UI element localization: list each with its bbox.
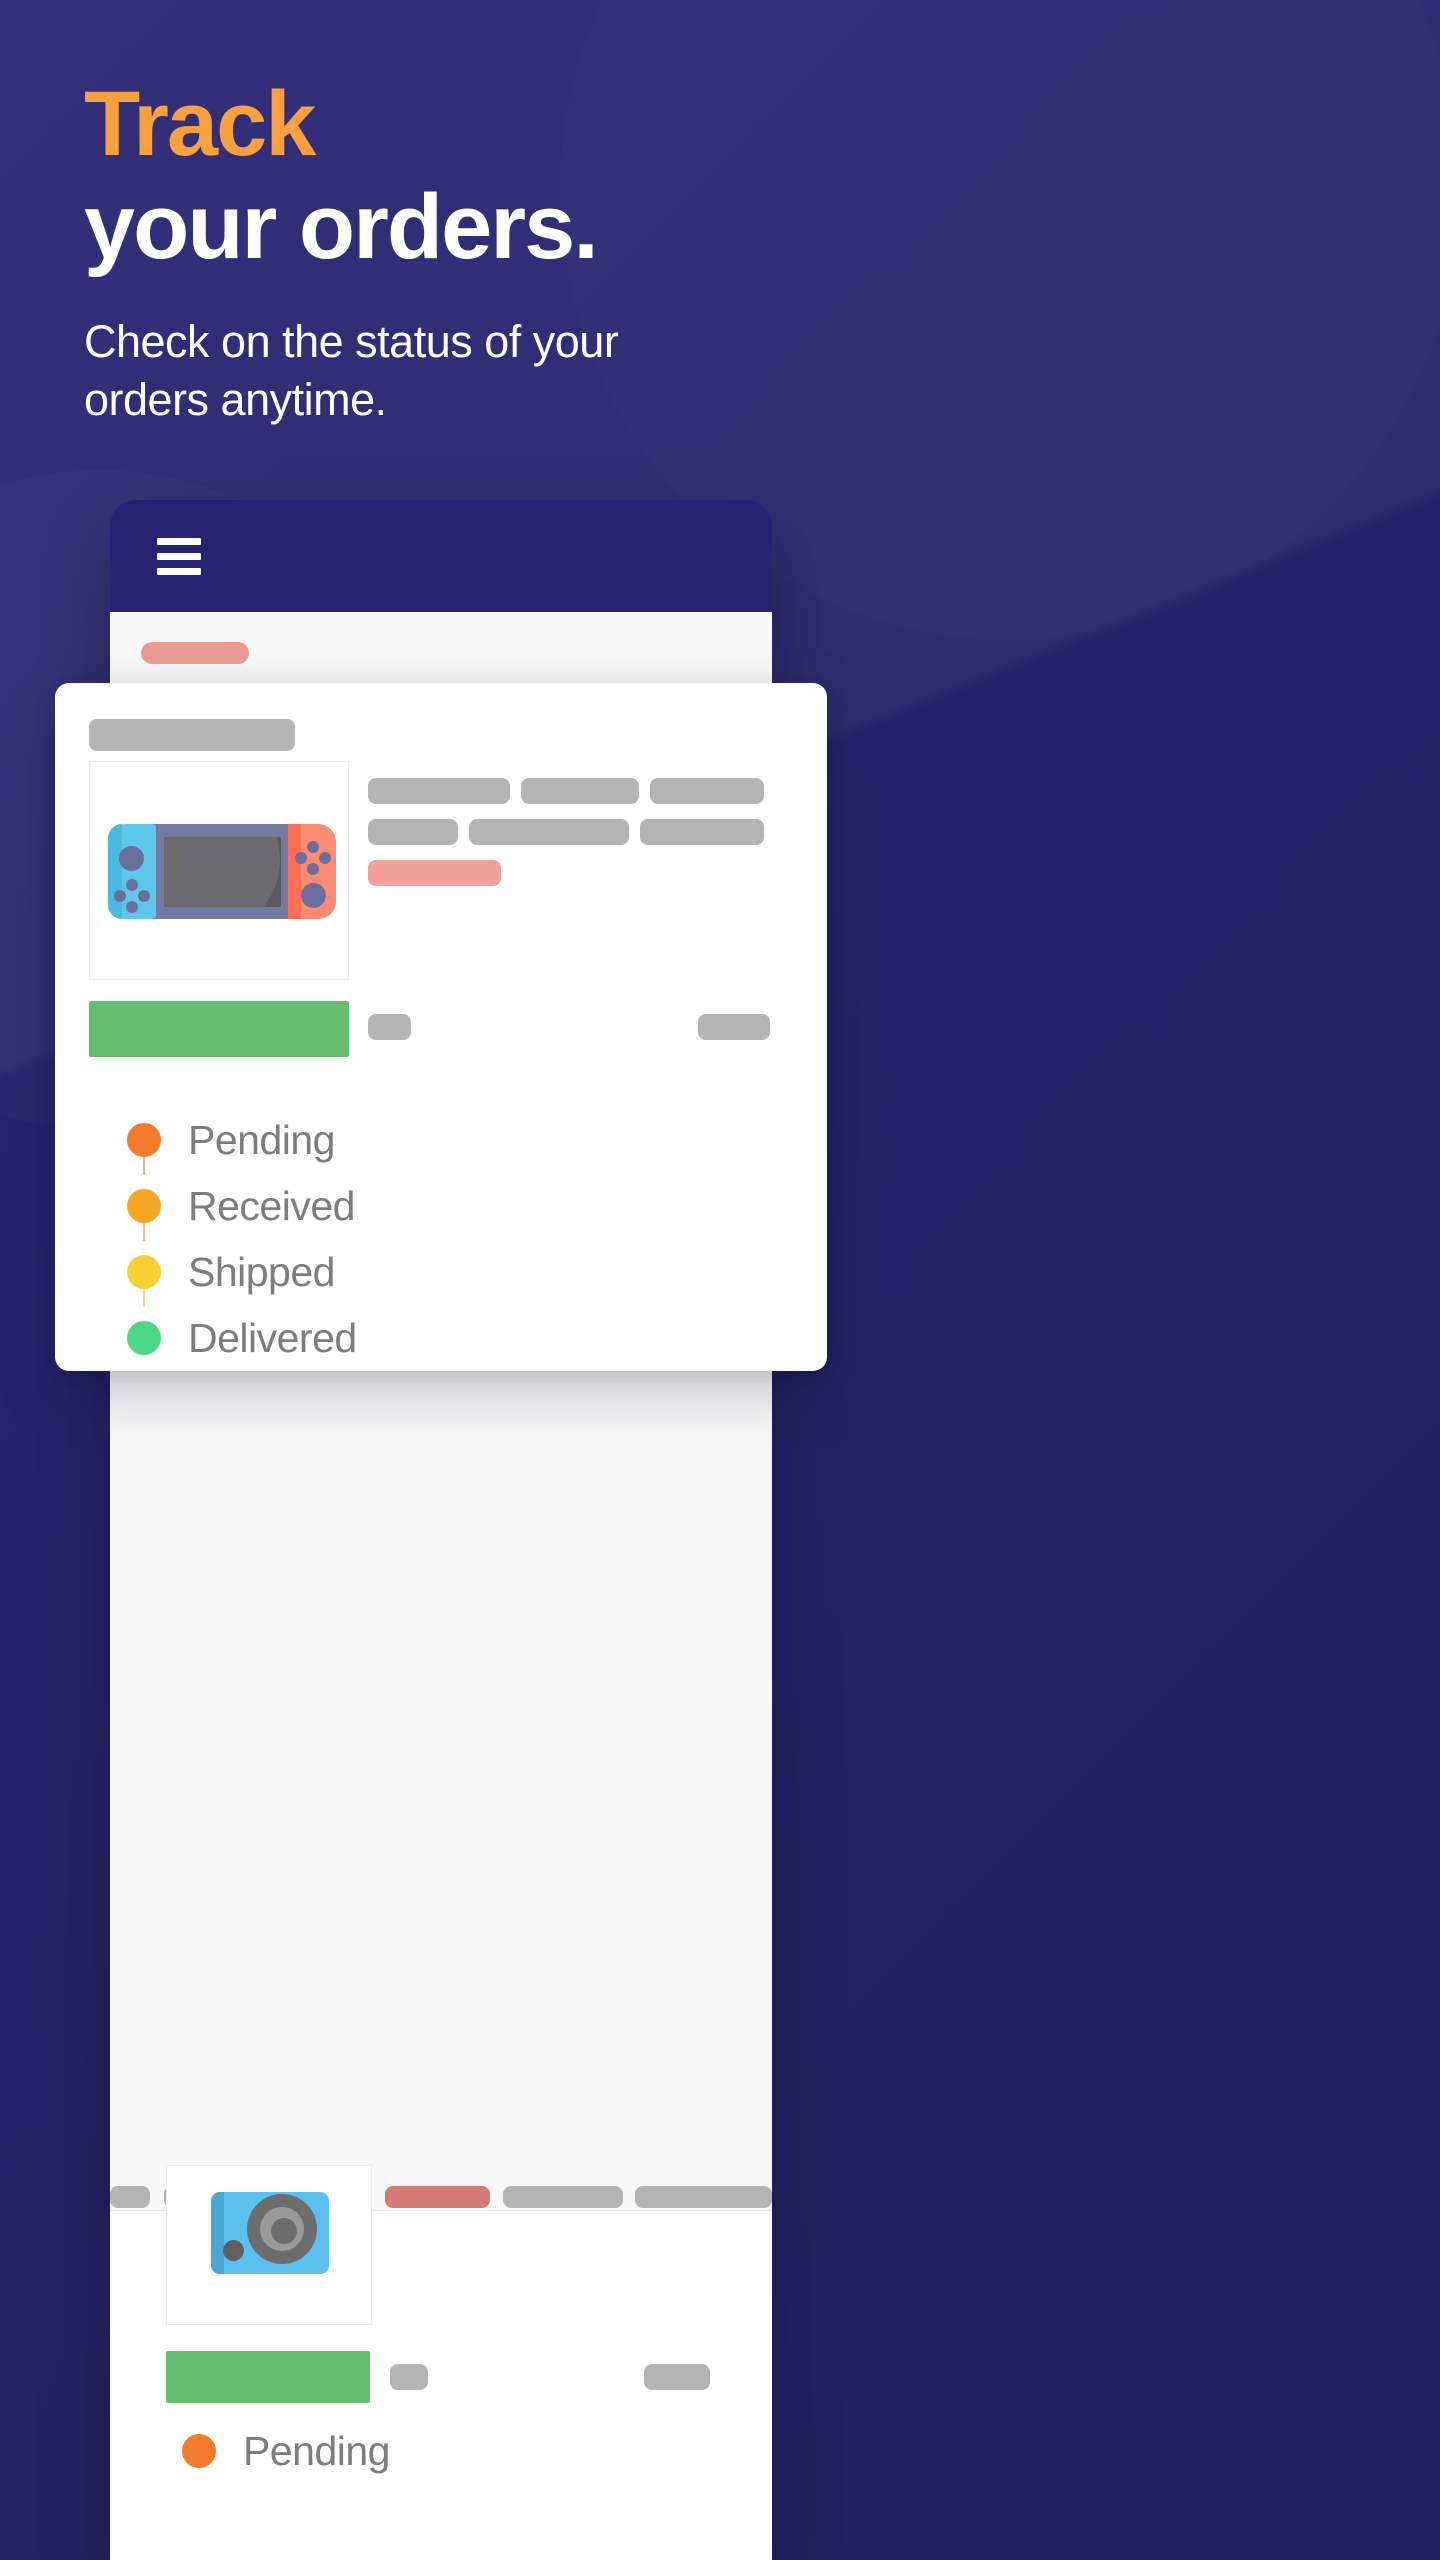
status-label: Delivered (188, 1314, 357, 1361)
joycon-right-shadow (288, 824, 301, 919)
placeholder-bar-r1c (650, 778, 764, 804)
status-row[interactable]: Pending (127, 1107, 357, 1175)
placeholder-bar-pink-2 (385, 2186, 490, 2208)
placeholder-bar-e (635, 2186, 772, 2208)
hero-subtitle: Check on the status of your orders anyti… (84, 316, 619, 425)
placeholder-bar-r2c (640, 819, 764, 845)
placeholder-bar-r1b (521, 778, 639, 804)
camera-lens-core (271, 2218, 297, 2244)
placeholder-meta-right-2 (644, 2364, 710, 2390)
joycon-left-shadow (108, 824, 122, 919)
placeholder-meta-left-2 (390, 2364, 428, 2390)
camera-illustration (211, 2192, 329, 2274)
joycon-right (288, 824, 336, 919)
nintendo-switch-illustration (108, 824, 336, 919)
track-order-button-2[interactable] (166, 2351, 370, 2403)
camera-body-shadow (211, 2192, 224, 2274)
joycon-left-stick-icon (119, 846, 144, 871)
status-dot-pending-icon (127, 1123, 161, 1157)
joycon-button-y-icon (295, 852, 307, 864)
placeholder-bar-r2b (469, 819, 629, 845)
joycon-dpad-up-icon (126, 879, 138, 891)
joycon-button-a-icon (319, 852, 331, 864)
screen-title-placeholder (141, 642, 249, 664)
placeholder-bar-a (110, 2186, 150, 2208)
hamburger-menu-icon[interactable] (157, 537, 201, 575)
joycon-button-b-icon (307, 863, 319, 875)
joycon-left (108, 824, 156, 919)
status-label: Pending (243, 2427, 390, 2474)
status-dot-shipped-icon (127, 1255, 161, 1289)
order-card-camera[interactable]: Pending (110, 2165, 772, 2560)
status-list-2: Pending (182, 2418, 390, 2484)
status-dot-received-icon (127, 1189, 161, 1223)
floating-order-card[interactable]: Pending Received Shipped Delivered (55, 683, 827, 1371)
joycon-dpad-down-icon (126, 901, 138, 913)
hero-title-accent: Track (84, 73, 316, 175)
order-title-placeholder (89, 719, 295, 751)
status-row[interactable]: Pending (182, 2418, 390, 2484)
placeholder-meta-right (698, 1014, 770, 1040)
switch-screen (164, 837, 281, 907)
joycon-right-stick-icon (301, 883, 326, 908)
placeholder-bar-r2a (368, 819, 458, 845)
placeholder-meta-left (368, 1014, 411, 1040)
joycon-button-x-icon (307, 841, 319, 853)
status-row[interactable]: Delivered (127, 1305, 357, 1371)
status-list: Pending Received Shipped Delivered (127, 1107, 357, 1371)
status-row[interactable]: Received (127, 1173, 357, 1241)
status-dot-pending-icon (182, 2434, 216, 2468)
camera-shutter-button (223, 2240, 244, 2261)
app-bar (110, 500, 772, 612)
status-row[interactable]: Shipped (127, 1239, 357, 1307)
hero-title-main: your orders. (84, 175, 599, 278)
status-label: Pending (188, 1116, 335, 1163)
product-thumbnail-switch[interactable] (89, 761, 349, 980)
joycon-dpad-left-icon (114, 890, 126, 902)
placeholder-bar-r1a (368, 778, 510, 804)
hero-section: Track your orders. Check on the status o… (84, 73, 1364, 428)
joycon-dpad-right-icon (138, 890, 150, 902)
status-dot-delivered-icon (127, 1321, 161, 1355)
placeholder-bar-d (503, 2186, 623, 2208)
placeholder-bar-price (368, 860, 501, 886)
track-order-button[interactable] (89, 1001, 349, 1057)
product-thumbnail-camera[interactable] (166, 2165, 372, 2325)
status-label: Shipped (188, 1248, 335, 1295)
status-label: Received (188, 1182, 355, 1229)
